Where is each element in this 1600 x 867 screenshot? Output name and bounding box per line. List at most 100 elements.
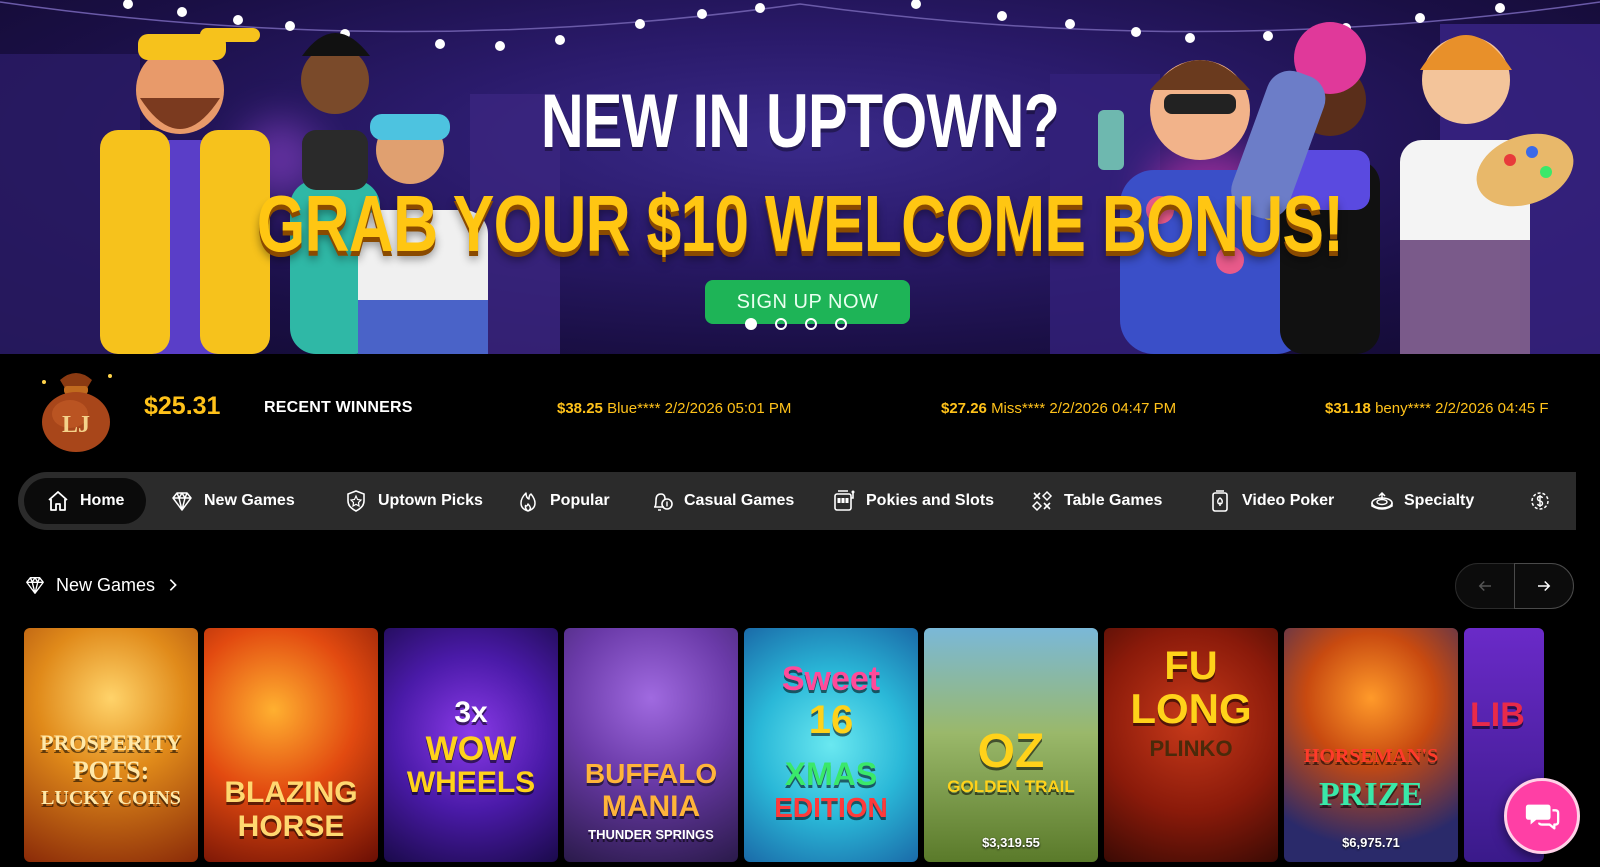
games-carousel: PROSPERITY POTS: LUCKY COINS BLAZING HOR… (24, 628, 1600, 867)
category-label: Home (80, 492, 125, 509)
bell-coin-icon (654, 493, 673, 511)
category-label: New Games (204, 492, 295, 509)
category-popular[interactable]: Popular (516, 472, 610, 530)
diamond-icon (26, 576, 44, 594)
category-specialty[interactable]: Specialty (1370, 472, 1474, 530)
category-label: Uptown Picks (378, 492, 483, 509)
hero-banner[interactable]: NEW IN UPTOWN? GRAB YOUR $10 WELCOME BON… (0, 0, 1600, 354)
category-table-games[interactable]: Table Games (1030, 472, 1162, 530)
game-jackpot: $3,319.55 (982, 835, 1040, 850)
star-badge-icon (347, 490, 365, 512)
carousel-dot[interactable] (835, 318, 847, 330)
category-video-poker[interactable]: Video Poker (1208, 472, 1334, 530)
winner-entry: $27.26 Miss**** 2/2/2026 04:47 PM (941, 400, 1176, 417)
winner-entry: $31.18 beny**** 2/2/2026 04:45 F (1325, 400, 1549, 417)
hero-subheadline: GRAB YOUR $10 WELCOME BONUS! (256, 179, 1344, 268)
game-tile[interactable]: PROSPERITY POTS: LUCKY COINS (24, 628, 198, 862)
game-title-line: 3x (454, 696, 488, 729)
category-label: Table Games (1064, 492, 1163, 509)
category-nav: Home New Games Uptown Picks Popular Casu… (18, 472, 1576, 530)
winners-ticker: LJ $25.31 RECENT WINNERS $38.25 Blue****… (0, 354, 1600, 464)
game-tile[interactable]: Sweet 16 XMAS EDITION (744, 628, 918, 862)
jackpot-amount: $25.31 (144, 392, 221, 420)
game-tile[interactable]: 3x WOW WHEELS (384, 628, 558, 862)
category-new-games[interactable]: New Games (170, 472, 295, 530)
game-title-line: HORSEMAN'S (1303, 745, 1439, 767)
winner-amount: $27.26 (941, 400, 987, 417)
game-title-line: 16 (808, 698, 854, 742)
section-title: New Games (56, 574, 156, 595)
game-tile[interactable]: HORSEMAN'S PRIZE $6,975.71 (1284, 628, 1458, 862)
winner-name: beny**** (1375, 400, 1431, 417)
category-label: Casual Games (684, 492, 795, 509)
winner-datetime: 2/2/2026 05:01 PM (664, 400, 792, 417)
category-more[interactable] (1528, 472, 1552, 530)
game-title-line: FU (1164, 644, 1218, 688)
game-title-line: XMAS (784, 756, 878, 792)
game-title-line: Sweet (781, 660, 881, 698)
game-title-line: THUNDER SPRINGS (588, 827, 714, 842)
category-pokies-and-slots[interactable]: Pokies and Slots (832, 472, 994, 530)
winner-name: Miss**** (991, 400, 1046, 417)
carousel-dots (745, 318, 847, 330)
game-title-line: PRIZE (1319, 776, 1423, 813)
category-label: Popular (550, 492, 610, 509)
cards-icon (1031, 490, 1053, 512)
game-title-line: OZ (977, 725, 1045, 778)
category-label: Pokies and Slots (866, 492, 995, 509)
winner-datetime: 2/2/2026 04:47 PM (1049, 400, 1177, 417)
game-jackpot: $6,975.71 (1342, 835, 1400, 850)
diamond-icon (172, 492, 192, 511)
category-casual-games[interactable]: Casual Games (650, 472, 794, 530)
jackpot-badge-text: LJ (62, 412, 90, 438)
category-label: Specialty (1404, 492, 1475, 509)
game-title-line: WOW (425, 730, 517, 768)
chat-bubbles-icon (1525, 804, 1560, 830)
winner-datetime: 2/2/2026 04:45 F (1435, 400, 1549, 417)
game-title-line: BUFFALO (584, 758, 718, 789)
carousel-prev-button[interactable] (1455, 563, 1515, 609)
winner-entry: $38.25 Blue**** 2/2/2026 05:01 PM (557, 400, 791, 417)
game-title-line: PLINKO (1149, 736, 1233, 761)
category-uptown-picks[interactable]: Uptown Picks (344, 472, 483, 530)
flame-icon (520, 492, 536, 512)
game-tile[interactable]: BUFFALO MANIA THUNDER SPRINGS (564, 628, 738, 862)
game-title-line: LUCKY COINS (41, 787, 181, 809)
arrow-right-icon (1538, 580, 1551, 592)
game-title-line: PROSPERITY (40, 730, 182, 755)
page: NEW IN UPTOWN? GRAB YOUR $10 WELCOME BON… (0, 0, 1600, 867)
category-label: Video Poker (1242, 492, 1335, 509)
new-games-section-link[interactable]: New Games (24, 574, 181, 596)
hero-headline: NEW IN UPTOWN? (540, 79, 1060, 164)
game-tile[interactable]: BLAZING HORSE (204, 628, 378, 862)
jackpot-bag-icon: LJ (42, 373, 112, 452)
category-home[interactable]: Home (24, 478, 147, 524)
game-title-line: EDITION (774, 792, 888, 823)
live-chat-button[interactable] (1504, 778, 1580, 854)
game-title-line: BLAZING (224, 776, 358, 809)
carousel-dot[interactable] (775, 318, 787, 330)
chevron-right-icon (169, 579, 177, 591)
game-title-line: LIB (1470, 696, 1525, 734)
winner-amount: $31.18 (1325, 400, 1371, 417)
game-tile[interactable]: OZ GOLDEN TRAIL $3,319.55 (924, 628, 1098, 862)
winner-amount: $38.25 (557, 400, 603, 417)
carousel-dot[interactable] (805, 318, 817, 330)
game-title-line: GOLDEN TRAIL (947, 777, 1075, 796)
dollar-gear-icon (1531, 492, 1549, 510)
carousel-dot[interactable] (745, 318, 757, 330)
home-icon (48, 491, 68, 511)
game-tile[interactable]: FU LONG PLINKO (1104, 628, 1278, 862)
game-title-line: WHEELS (406, 766, 536, 799)
poker-icon (1212, 490, 1228, 512)
recent-winners-label: RECENT WINNERS (264, 399, 413, 416)
carousel-next-button[interactable] (1514, 563, 1574, 609)
game-title-line: LONG (1130, 685, 1252, 732)
game-title-line: MANIA (601, 790, 701, 823)
game-title-line: POTS: (72, 756, 150, 785)
specialty-icon (1371, 491, 1393, 510)
game-title-line: HORSE (237, 810, 345, 843)
winner-name: Blue**** (607, 400, 661, 417)
arrow-left-icon (1478, 580, 1491, 592)
slot-machine-icon (834, 490, 855, 511)
